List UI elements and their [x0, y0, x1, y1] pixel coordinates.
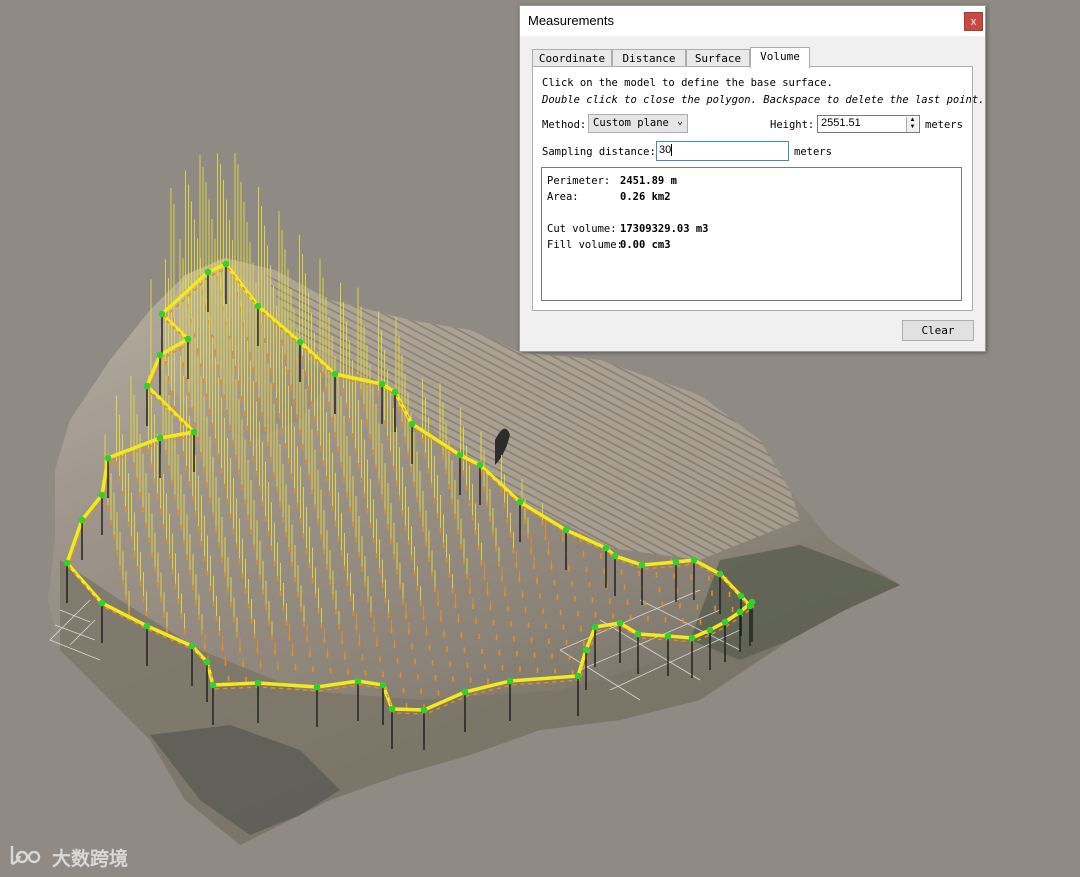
polygon-vertex[interactable] [456, 451, 464, 459]
polygon-vertex[interactable] [688, 634, 696, 642]
polygon-vertex[interactable] [313, 683, 321, 691]
polygon-vertex[interactable] [331, 370, 339, 378]
polygon-vertex[interactable] [158, 310, 166, 318]
polygon-vertex[interactable] [388, 705, 396, 713]
polygon-vertex[interactable] [254, 679, 262, 687]
polygon-vertex[interactable] [222, 260, 230, 268]
fill-volume-value: 0.00 cm3 [620, 239, 671, 251]
polygon-vertex[interactable] [354, 677, 362, 685]
height-label: Height: [770, 119, 815, 131]
dialog-titlebar[interactable]: Measurements x [520, 6, 985, 36]
polygon-vertex[interactable] [63, 559, 71, 567]
sampling-distance-label: Sampling distance: [542, 146, 656, 158]
polygon-vertex[interactable] [461, 688, 469, 696]
close-button[interactable]: x [964, 12, 983, 31]
polygon-vertex[interactable] [638, 561, 646, 569]
polygon-vertex[interactable] [706, 626, 714, 634]
perimeter-value: 2451.89 m [620, 175, 677, 187]
polygon-vertex[interactable] [516, 498, 524, 506]
polygon-vertex[interactable] [721, 618, 729, 626]
polygon-vertex[interactable] [420, 706, 428, 714]
polygon-vertex[interactable] [296, 338, 304, 346]
polygon-vertex[interactable] [602, 544, 610, 552]
area-value: 0.26 km2 [620, 191, 671, 203]
polygon-vertex[interactable] [184, 335, 192, 343]
polygon-vertex[interactable] [506, 677, 514, 685]
polygon-vertex[interactable] [391, 388, 399, 396]
polygon-vertex[interactable] [562, 526, 570, 534]
chevron-down-icon: ⌄ [676, 116, 683, 127]
polygon-vertex[interactable] [690, 556, 698, 564]
polygon-vertex[interactable] [188, 642, 196, 650]
method-label: Method: [542, 119, 587, 131]
polygon-vertex[interactable] [378, 380, 386, 388]
sampling-distance-value: 30 [659, 144, 672, 156]
cut-volume-label: Cut volume: [547, 223, 617, 235]
polygon-vertex[interactable] [611, 552, 619, 560]
polygon-vertex[interactable] [104, 454, 112, 462]
clear-button[interactable]: Clear [902, 320, 974, 341]
polygon-vertex[interactable] [574, 672, 582, 680]
polygon-vertex[interactable] [209, 681, 217, 689]
polygon-vertex[interactable] [664, 632, 672, 640]
polygon-vertex[interactable] [203, 658, 211, 666]
measurements-dialog: Measurements x Coordinate Distance Surfa… [519, 5, 986, 352]
volume-panel: Click on the model to define the base su… [532, 66, 985, 311]
text-caret [671, 144, 673, 157]
polygon-vertex[interactable] [156, 434, 164, 442]
polygon-vertex[interactable] [591, 623, 599, 631]
dialog-title: Measurements [528, 13, 614, 28]
results-box: Perimeter: 2451.89 m Area: 0.26 km2 Cut … [541, 167, 962, 301]
watermark-text: 大数跨境 [52, 848, 129, 870]
perimeter-label: Perimeter: [547, 175, 611, 187]
polygon-vertex[interactable] [98, 599, 106, 607]
polygon-vertex[interactable] [716, 570, 724, 578]
spin-arrows-icon[interactable]: ▲ ▼ [906, 117, 918, 132]
height-unit: meters [925, 119, 963, 131]
polygon-vertex[interactable] [143, 382, 151, 390]
method-value: Custom plane [593, 117, 669, 129]
tab-volume[interactable]: Volume [750, 47, 810, 68]
area-label: Area: [547, 191, 579, 203]
method-select[interactable]: Custom plane ⌄ [588, 114, 688, 133]
polygon-vertex[interactable] [748, 598, 756, 606]
sampling-distance-unit: meters [794, 146, 832, 158]
watermark-logo-icon [10, 846, 41, 866]
sampling-distance-input[interactable]: 30 [656, 141, 789, 161]
polygon-vertex[interactable] [634, 630, 642, 638]
polygon-vertex[interactable] [156, 351, 164, 359]
fill-volume-label: Fill volume: [547, 239, 623, 251]
polygon-vertex[interactable] [143, 622, 151, 630]
polygon-vertex[interactable] [737, 592, 745, 600]
tab-coordinate[interactable]: Coordinate [532, 49, 612, 67]
tab-distance[interactable]: Distance [612, 49, 686, 67]
tab-surface[interactable]: Surface [686, 49, 750, 67]
farmland [690, 545, 900, 660]
height-value: 2551.51 [821, 117, 861, 129]
polygon-vertex[interactable] [254, 302, 262, 310]
polygon-vertex[interactable] [582, 646, 590, 654]
polygon-vertex[interactable] [408, 420, 416, 428]
polygon-vertex[interactable] [379, 681, 387, 689]
polygon-vertex[interactable] [78, 516, 86, 524]
polygon-vertex[interactable] [190, 428, 198, 436]
polygon-vertex[interactable] [98, 491, 106, 499]
polygon-vertex[interactable] [736, 608, 744, 616]
height-spinbox[interactable]: 2551.51 ▲ ▼ [817, 115, 920, 133]
cut-volume-value: 17309329.03 m3 [620, 223, 709, 235]
instruction-hint: Double click to close the polygon. Backs… [542, 94, 985, 106]
polygon-vertex[interactable] [476, 461, 484, 469]
polygon-vertex[interactable] [616, 619, 624, 627]
polygon-vertex[interactable] [672, 558, 680, 566]
instruction-text: Click on the model to define the base su… [542, 77, 833, 89]
polygon-vertex[interactable] [204, 268, 212, 276]
